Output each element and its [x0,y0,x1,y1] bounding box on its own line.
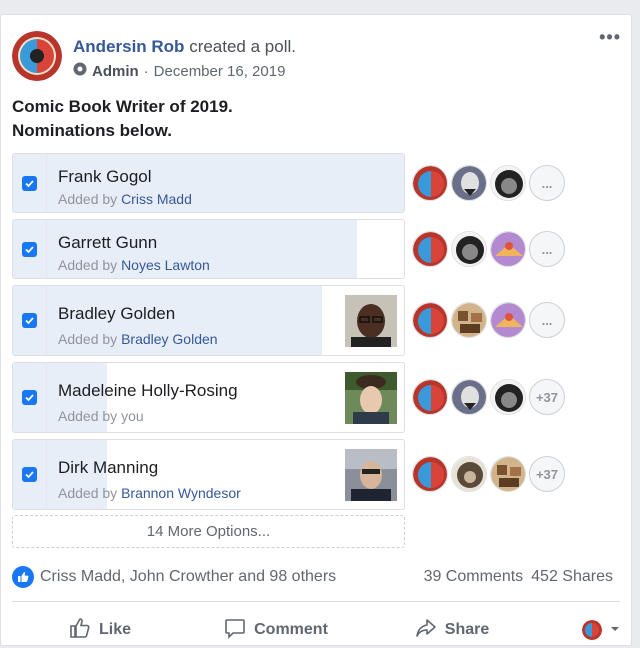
option-added-by: Added by Criss Madd [58,191,192,207]
option-photo [345,449,397,501]
added-by-user[interactable]: Noyes Lawton [121,257,210,273]
voter-avatars: ... [412,165,565,201]
post-meta: Admin · December 16, 2019 [73,62,285,80]
added-by-label: Added by [58,191,118,207]
more-voters-button[interactable]: +37 [529,379,565,415]
more-voters-button[interactable]: ... [529,231,565,267]
post-text-line: Comic Book Writer of 2019. [12,97,233,116]
option-added-by: Added by Bradley Golden [58,331,218,347]
option-name: Dirk Manning [58,458,159,477]
reactions-summary[interactable]: Criss Madd, John Crowther and 98 others [12,566,336,588]
poll-post-card: Andersin Rob created a poll. Admin · Dec… [0,14,632,646]
current-user-avatar [582,620,602,640]
author-name[interactable]: Andersin Rob [73,37,184,56]
post-as-selector[interactable] [540,620,620,640]
option-name: Bradley Golden [58,304,176,323]
share-label: Share [444,621,490,638]
checkbox-checked-icon[interactable] [22,175,37,191]
more-voters-button[interactable]: ... [529,165,565,201]
option-added-by: Added by Brannon Wyndesor [58,485,241,501]
checkbox-area [13,440,47,509]
checkbox-checked-icon[interactable] [22,241,37,257]
voter-avatar[interactable] [490,302,526,338]
poll-option[interactable]: Frank Gogol Added by Criss Madd [12,153,405,213]
voter-avatar[interactable] [490,379,526,415]
voter-avatar[interactable] [490,456,526,492]
admin-shield-icon [73,62,87,80]
post-actions: Like Comment Share [12,612,620,648]
post-action-text: created a poll. [189,37,296,56]
admin-badge: Admin [92,62,139,80]
checkbox-area [13,154,47,212]
more-voters-button[interactable]: ... [529,302,565,338]
checkbox-checked-icon[interactable] [22,467,37,482]
share-button[interactable]: Share [364,617,540,644]
share-arrow-icon [415,617,437,644]
added-by-user: you [121,408,144,424]
thumbs-up-icon [69,617,91,644]
group-avatar[interactable] [12,31,62,81]
voter-avatar[interactable] [412,379,448,415]
voter-avatar[interactable] [412,165,448,201]
checkbox-area [13,286,47,355]
voter-avatar[interactable] [490,231,526,267]
more-options-icon[interactable]: ••• [599,27,621,48]
poll-option[interactable]: Bradley Golden Added by Bradley Golden [12,285,405,356]
added-by-user[interactable]: Criss Madd [121,191,192,207]
meta-separator: · [143,62,149,80]
comment-icon [224,617,246,644]
added-by-user[interactable]: Bradley Golden [121,331,218,347]
voter-avatar[interactable] [451,231,487,267]
option-photo [345,295,397,347]
post-text-line: Nominations below. [12,121,172,140]
like-reaction-icon [12,566,34,588]
shares-count[interactable]: 452 Shares [531,568,613,586]
voter-avatars: ... [412,231,565,267]
engagement-counts: 39 Comments 452 Shares [424,568,613,586]
option-name: Frank Gogol [58,167,152,186]
voter-avatars: ... [412,302,565,338]
caret-down-icon [610,621,620,639]
like-label: Like [98,621,131,638]
voter-avatar[interactable] [412,302,448,338]
added-by-label: Added by [58,331,118,347]
voter-avatar[interactable] [490,165,526,201]
checkbox-checked-icon[interactable] [22,313,37,328]
voter-avatars: +37 [412,456,565,492]
added-by-label: Added by [58,485,118,501]
option-added-by: Added by Noyes Lawton [58,257,210,273]
post-header: Andersin Rob created a poll. [73,37,296,57]
voter-avatar[interactable] [451,165,487,201]
reactions-text[interactable]: Criss Madd, John Crowther and 98 others [40,568,336,586]
more-options-button[interactable]: 14 More Options... [12,515,405,548]
checkbox-checked-icon[interactable] [22,390,37,405]
like-button[interactable]: Like [12,617,188,644]
added-by-label: Added by [58,408,118,424]
option-added-by: Added by you [58,408,144,424]
poll-option[interactable]: Garrett Gunn Added by Noyes Lawton [12,219,405,279]
voter-avatar[interactable] [451,302,487,338]
option-photo [345,372,397,424]
comment-label: Comment [254,621,328,638]
option-name: Madeleine Holly-Rosing [58,381,238,400]
post-text: Comic Book Writer of 2019. Nominations b… [12,95,412,143]
more-voters-button[interactable]: +37 [529,456,565,492]
poll-option[interactable]: Dirk Manning Added by Brannon Wyndesor [12,439,405,510]
checkbox-area [13,220,47,278]
added-by-user[interactable]: Brannon Wyndesor [121,485,241,501]
voter-avatar[interactable] [412,231,448,267]
comment-button[interactable]: Comment [188,617,364,644]
divider [12,601,620,602]
voter-avatars: +37 [412,379,565,415]
poll-option[interactable]: Madeleine Holly-Rosing Added by you [12,362,405,433]
voter-avatar[interactable] [412,456,448,492]
option-name: Garrett Gunn [58,233,158,252]
voter-avatar[interactable] [451,379,487,415]
comments-count[interactable]: 39 Comments [424,568,524,586]
post-date[interactable]: December 16, 2019 [154,63,286,80]
added-by-label: Added by [58,257,118,273]
voter-avatar[interactable] [451,456,487,492]
checkbox-area [13,363,47,432]
